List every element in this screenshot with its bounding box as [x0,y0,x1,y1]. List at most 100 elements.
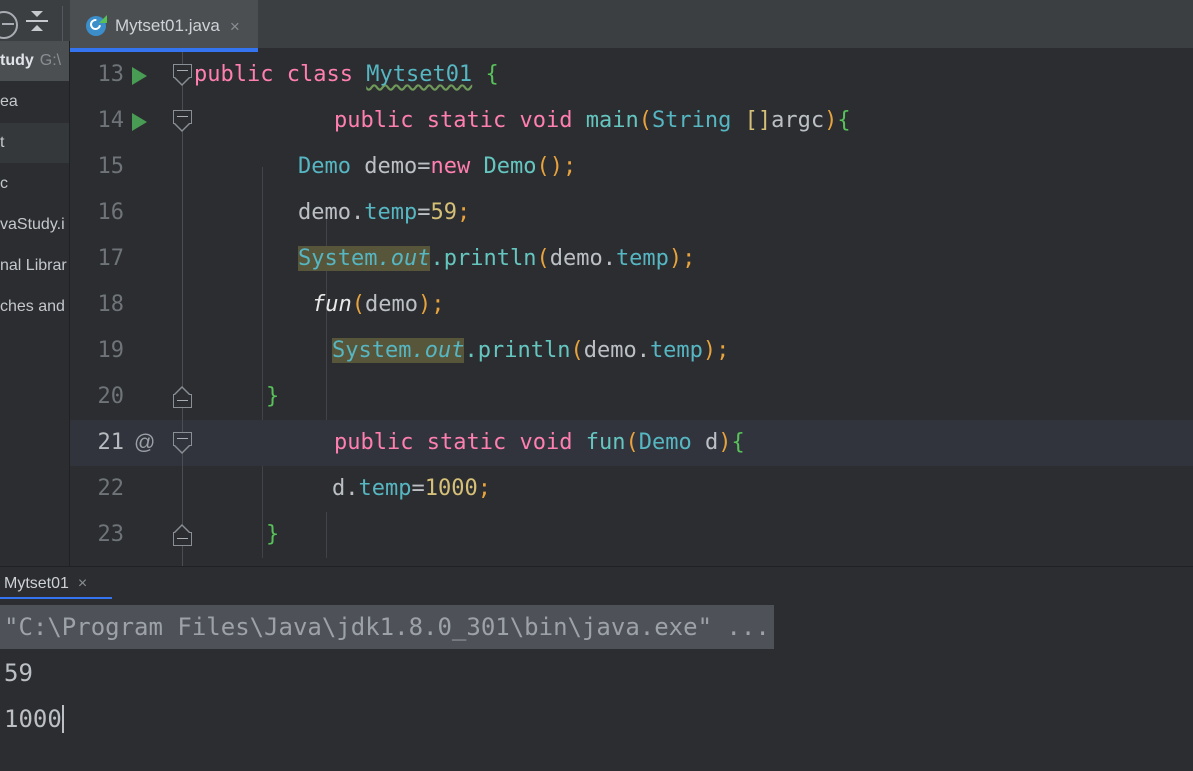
collapse-all-icon[interactable] [26,10,48,34]
token-identifier: demo [364,154,418,179]
token-keyword: public [194,62,274,87]
token-classname: System [298,246,378,271]
code-line-17[interactable]: 17 System.out.println(demo.temp); [70,236,1193,282]
token-paren: ) [668,246,683,271]
token-paren: ( [536,154,550,179]
run-tool-window-tabstrip: Mytset01 × [0,566,1193,600]
tree-item-path: G:\ [39,52,62,69]
tree-item-idea[interactable]: ea [0,82,70,122]
token-keyword: static [426,430,507,455]
token-keyword: void [519,108,573,133]
close-icon[interactable]: × [78,575,87,593]
token-semicolon: ; [477,476,491,501]
console-tab-label: Mytset01 [4,574,69,592]
token-classname: Demo [483,154,537,179]
code-text-18: fun(demo); [312,282,444,328]
token-paren: ) [718,430,732,455]
token-paren: ) [702,338,717,363]
intellij-window: Mytset01.java × tudy G:\ ea t c vaStudy.… [0,0,1193,771]
line-number: 16 [97,200,125,225]
fold-marker-icon[interactable] [173,110,192,132]
console-output[interactable]: "C:\Program Files\Java\jdk1.8.0_301\bin\… [0,599,1193,771]
line-number: 22 [97,476,125,501]
token-operator: = [417,200,431,225]
token-semicolon: ; [562,154,577,179]
token-semicolon: ; [716,338,730,363]
code-line-18[interactable]: 18 fun(demo); [70,282,1193,328]
line-number: 14 [97,108,125,133]
fold-marker-icon[interactable] [173,432,192,454]
line-number: 20 [97,384,125,409]
token-method: println [443,246,537,271]
console-output-line: 59 [4,659,33,687]
fold-end-marker-icon[interactable] [173,386,192,408]
code-text-13: public class Mytset01 { [194,52,499,98]
fold-end-marker-icon[interactable] [173,524,192,546]
token-brace: { [731,430,745,455]
code-text-17: System.out.println(demo.temp); [298,236,695,282]
editor-tab-mytset01[interactable]: Mytset01.java × [70,0,258,52]
token-paren: ) [824,108,838,133]
editor-tab-label: Mytset01.java [115,16,220,35]
token-brackets: [] [744,108,772,133]
token-number: 1000 [424,476,478,501]
token-identifier: d [332,476,346,501]
token-number: 59 [430,200,457,225]
tree-item-out[interactable]: t [0,123,70,163]
code-line-20[interactable]: 20 } [70,374,1193,420]
code-line-19[interactable]: 19 System.out.println(demo.temp); [70,328,1193,374]
token-field: temp [364,200,418,225]
token-static-field: out [424,338,465,363]
code-text-23: } [266,512,279,558]
token-dot: . [345,476,359,501]
token-classname: System [332,338,412,363]
line-number: 17 [97,246,125,271]
token-semicolon: ; [682,246,696,271]
code-text-22: d.temp=1000; [332,466,491,512]
tree-item-external-libraries[interactable]: nal Librar [0,246,70,286]
code-editor[interactable]: 13 public class Mytset01 { 14 public sta… [70,52,1193,566]
code-line-13[interactable]: 13 public class Mytset01 { [70,52,1193,98]
token-field: temp [615,246,669,271]
tree-item-label: ches and [0,298,65,315]
tree-item-scratches-and-consoles[interactable]: ches and [0,287,70,327]
code-text-21: public static void fun(Demo d){ [334,420,745,466]
tree-item-src[interactable]: c [0,164,70,204]
token-identifier: demo [549,246,603,271]
tree-item-javastudy[interactable]: tudy G:\ [0,41,70,81]
tree-item-iml-file[interactable]: vaStudy.i [0,205,70,245]
run-gutter-icon[interactable] [132,113,147,131]
token-identifier: argc [771,108,825,133]
token-keyword: public [334,430,414,455]
token-keyword: static [426,108,507,133]
token-keyword: new [430,154,471,179]
tree-item-label: t [0,134,5,151]
token-paren: ) [549,154,563,179]
token-operator: = [411,476,425,501]
token-method: fun [585,430,626,455]
java-class-icon [86,15,107,36]
fold-marker-icon[interactable] [173,64,192,86]
token-dot: . [636,338,650,363]
token-identifier: d [704,430,719,455]
text-caret [61,705,64,733]
run-gutter-icon[interactable] [132,67,147,85]
close-icon[interactable]: × [230,18,240,35]
line-number: 13 [97,62,125,87]
tree-item-label: ea [0,93,18,110]
token-keyword: void [519,430,573,455]
line-number: 21 [97,430,125,455]
line-number: 19 [97,338,125,363]
tree-item-label: vaStudy.i [0,216,65,233]
token-method: fun [312,292,352,317]
project-tool-window[interactable]: tudy G:\ ea t c vaStudy.i nal Librar che… [0,41,70,566]
token-field: temp [649,338,703,363]
token-keyword: class [286,62,353,87]
override-at-gutter-icon[interactable]: @ [134,420,155,466]
token-classname: String [651,108,732,133]
token-method: println [477,338,571,363]
console-tab-mytset01[interactable]: Mytset01 × [0,567,112,600]
back-arrow-icon[interactable] [0,11,18,39]
token-paren: ( [638,108,652,133]
token-operator: = [417,154,431,179]
